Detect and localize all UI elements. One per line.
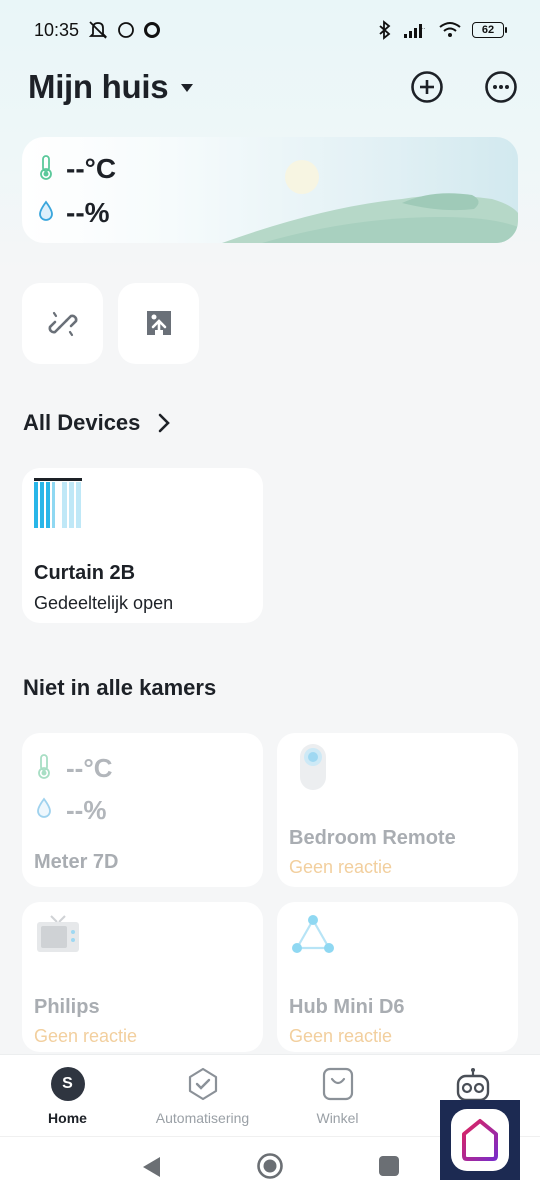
recents-icon (379, 1156, 399, 1176)
nav-label: Automatisering (155, 1110, 250, 1126)
status-bar: 10:35 .. 62 (0, 0, 540, 60)
thermometer-icon (38, 154, 54, 185)
home-circle-icon (257, 1153, 283, 1179)
shopping-bag-icon (322, 1067, 353, 1101)
curtain-icon (34, 478, 82, 528)
battery-icon: 62 (472, 22, 507, 38)
nav-label: Winkel (316, 1110, 359, 1126)
add-button[interactable] (410, 70, 444, 104)
link-icon (48, 311, 77, 336)
tv-icon (37, 915, 79, 952)
all-devices-title: All Devices (23, 410, 141, 435)
device-card-remote[interactable]: Bedroom Remote Geen reactie (277, 733, 518, 887)
floating-app-shortcut[interactable] (440, 1100, 520, 1180)
all-devices-header[interactable]: All Devices (23, 410, 171, 436)
chevron-down-icon[interactable] (180, 80, 194, 98)
chevron-right-icon (159, 413, 171, 433)
meter-temperature: --°C (66, 753, 113, 783)
device-status: Geen reactie (289, 857, 393, 877)
thermometer-icon (36, 753, 52, 784)
share-button[interactable] (118, 283, 199, 364)
svg-text:..: .. (422, 25, 426, 31)
more-button[interactable] (484, 70, 518, 104)
humidity-icon (38, 199, 54, 227)
house-logo-icon (462, 1119, 498, 1161)
recents-button[interactable] (378, 1155, 400, 1182)
device-card-meter[interactable]: --°C --% Meter 7D (22, 733, 263, 887)
device-status: Geen reactie (289, 1026, 393, 1046)
humidity-icon (36, 797, 52, 824)
share-icon (146, 310, 171, 337)
device-status: Gedeeltelijk open (34, 593, 174, 613)
ring-icon (143, 21, 161, 39)
bluetooth-icon (378, 20, 392, 40)
device-card-tv[interactable]: Philips Geen reactie (22, 902, 263, 1052)
nav-shop[interactable]: Winkel (270, 1055, 405, 1137)
mute-icon (87, 20, 109, 40)
device-name: Hub Mini D6 (289, 996, 405, 1018)
app-header: Mijn huis (28, 62, 518, 112)
remote-icon (300, 744, 326, 790)
nav-automation[interactable]: Automatisering (135, 1055, 270, 1137)
nav-home[interactable]: S Home (0, 1055, 135, 1137)
home-button[interactable] (256, 1152, 284, 1185)
device-card-hub[interactable]: Hub Mini D6 Geen reactie (277, 902, 518, 1052)
back-icon (143, 1157, 160, 1177)
device-status: Geen reactie (34, 1026, 138, 1046)
back-button[interactable] (140, 1155, 162, 1184)
nav-label: Home (48, 1110, 87, 1126)
device-name: Curtain 2B (34, 562, 136, 584)
temperature-value: --°C (66, 153, 117, 184)
device-name: Philips (34, 996, 100, 1018)
device-card-curtain[interactable]: Curtain 2B Gedeeltelijk open (22, 468, 263, 623)
more-icon (485, 71, 517, 103)
add-icon (411, 71, 443, 103)
hub-icon (292, 915, 334, 953)
home-selector[interactable]: Mijn huis (28, 68, 169, 106)
unassigned-title: Niet in alle kamers (23, 675, 217, 700)
humidity-value: --% (66, 197, 110, 228)
circle-icon (117, 21, 135, 39)
weather-card[interactable]: --°C --% (22, 137, 518, 243)
signal-icon: .. (402, 21, 428, 39)
status-time: 10:35 (34, 19, 80, 40)
shield-check-icon (188, 1067, 217, 1101)
link-button[interactable] (22, 283, 103, 364)
avatar: S (50, 1067, 85, 1101)
meter-humidity: --% (66, 795, 107, 825)
robot-icon (456, 1068, 489, 1102)
device-name: Meter 7D (34, 851, 119, 873)
wifi-icon (438, 21, 462, 39)
section-title-unassigned: Niet in alle kamers (23, 675, 216, 701)
device-name: Bedroom Remote (289, 827, 456, 849)
